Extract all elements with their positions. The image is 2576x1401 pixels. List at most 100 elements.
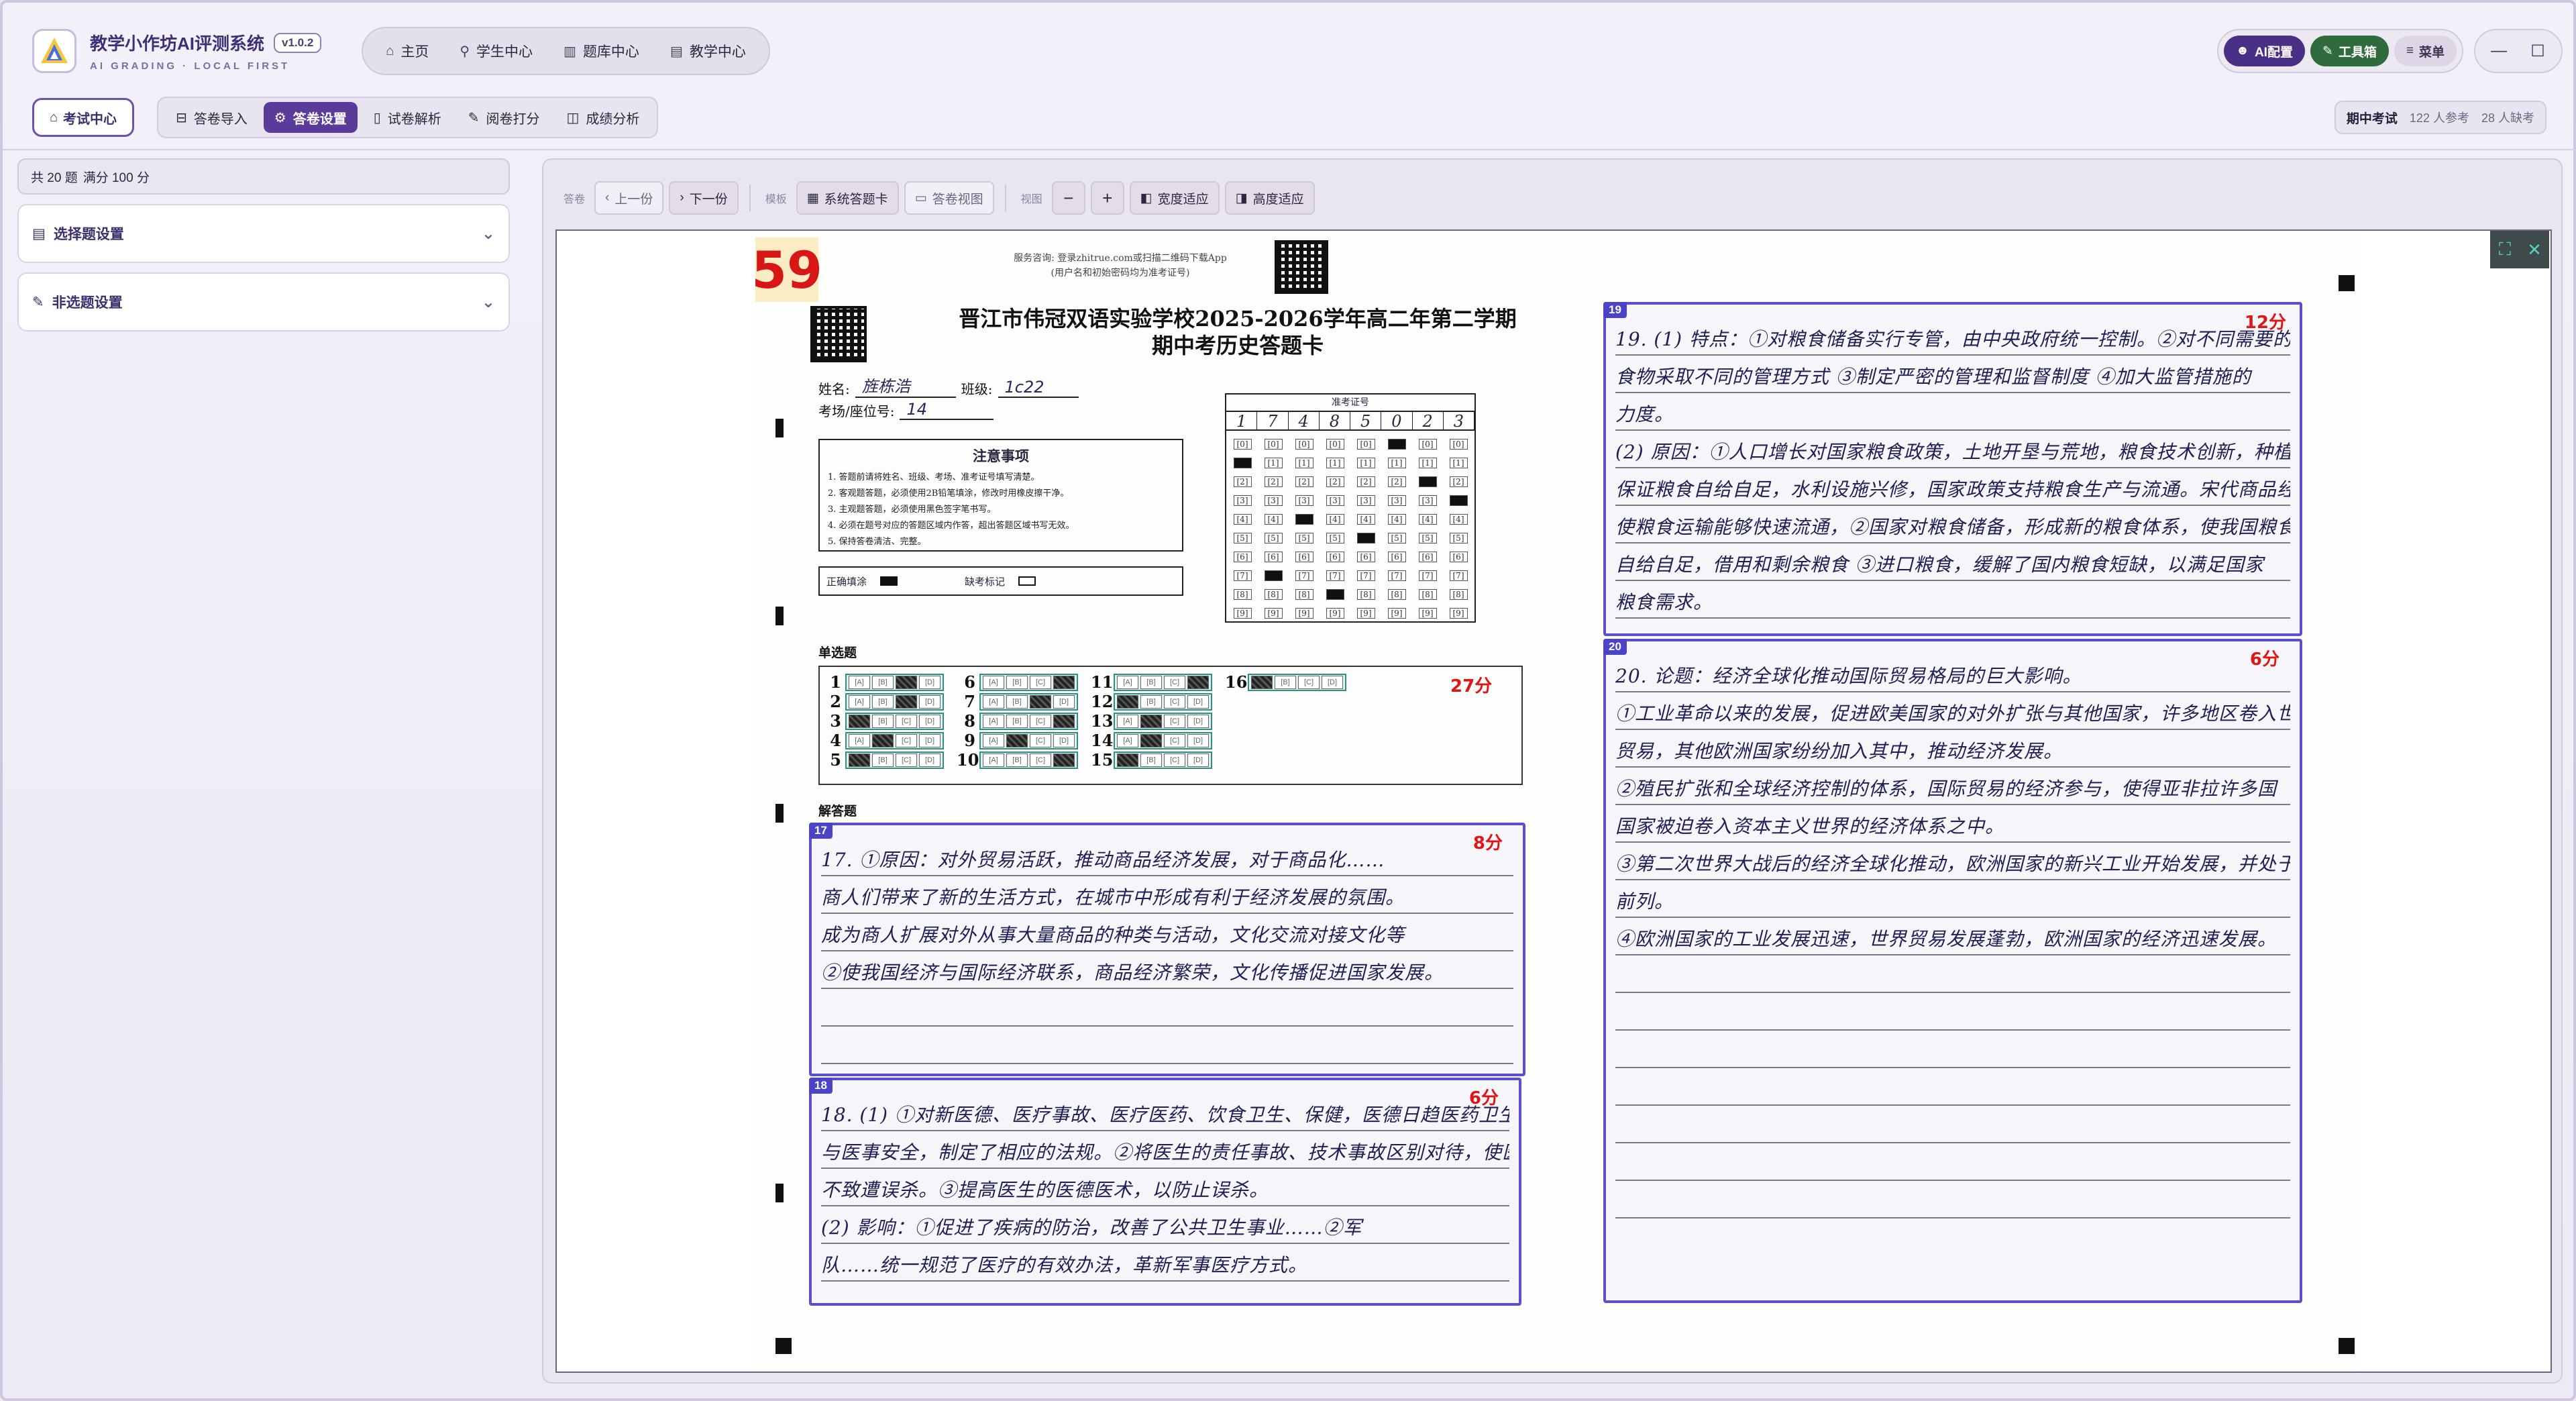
id-bubble: [7] [1291,566,1318,585]
mcq-row: 12[A][B][C][D] [1091,692,1212,711]
mcq-number: 12 [1091,692,1114,711]
sheet-title-line-2: 期中考历史答题卡 [1151,333,1324,358]
nav-question-bank[interactable]: ▥ 题库中心 [553,34,650,68]
nonchoice-settings-accordion[interactable]: ✎ 非选题设置 ⌄ [17,272,510,331]
tab-label: 成绩分析 [586,111,640,127]
notice-item: 5. 保持答卷清洁、完整。 [828,537,926,547]
id-bubble: [2] [1414,472,1441,491]
question-count: 共 20 题 [31,170,78,185]
id-bubble: [7] [1352,566,1379,585]
fit-height-button[interactable]: ◨ 高度适应 [1224,181,1315,215]
answer-view-button[interactable]: ▭ 答卷视图 [904,181,994,215]
id-bubble: [1] [1229,454,1256,472]
tab-grading[interactable]: ✎ 阅卷打分 [458,102,551,133]
system-card-button[interactable]: ▦ 系统答题卡 [796,181,899,215]
id-bubble: [2] [1445,472,1472,491]
pen-icon: ✎ [32,294,44,310]
id-bubble: [3] [1352,491,1379,510]
app-header: 教学小作坊AI评测系统 v1.0.2 AI GRADING · LOCAL FI… [19,19,2563,83]
id-digit: 4 [1289,412,1320,431]
id-bubble: [9] [1445,604,1472,623]
mcq-options: [A][B][C][D] [1114,692,1212,711]
chevron-left-icon: ‹ [605,191,610,205]
id-bubble: [4] [1291,510,1318,529]
minimize-button[interactable]: — [2482,36,2516,66]
answer-line [1615,955,2290,993]
group-label-template: 模板 [765,194,787,205]
tab-import[interactable]: ⊟ 答卷导入 [165,102,258,133]
chevron-down-icon: ⌄ [481,224,495,243]
paper-canvas[interactable]: ⛶ ✕ 59 服务咨询: 登录zhitrue.com或扫描二维码下载App (用… [555,229,2552,1373]
ai-config-button[interactable]: ☻ AI配置 [2223,36,2305,66]
close-icon[interactable]: ✕ [2520,231,2549,268]
header-pill-group: ☻ AI配置 ✎ 工具箱 ≡ 菜单 [2216,29,2463,73]
notice-item: 4. 必须在题号对应的答题区域内作答，超出答题区域书写无效。 [828,521,1075,531]
answer-line [1615,1181,2290,1218]
id-bubble: [5] [1322,529,1348,548]
corner-mark [2339,1338,2355,1354]
timing-mark [775,1184,784,1202]
tab-paper-analysis[interactable]: ▯ 试卷解析 [363,102,452,133]
mcq-options: [A][B][C][D] [1114,712,1212,730]
prev-sheet-button[interactable]: ‹ 上一份 [594,181,664,215]
answer-line: 食物采取不同的管理方式 ③制定严密的管理和监督制度 ④加大监管措施的 [1615,356,2290,393]
exam-center-button[interactable]: ⌂ 考试中心 [32,98,134,137]
mcq-row: 14[A][B][C][D] [1091,731,1212,750]
zoom-out-button[interactable]: − [1051,181,1085,215]
question-18-box[interactable]: 18 6分 18. (1) ①对新医德、医疗事故、医疗医药、饮食卫生、保健，医德… [809,1078,1521,1306]
mcq-row: 3[A][B][C][D] [822,711,944,731]
grid-icon: ▦ [806,191,819,205]
nav-teaching-center[interactable]: ▤ 教学中心 [659,34,757,68]
fit-height-label: 高度适应 [1252,192,1304,207]
id-bubble: [9] [1260,604,1287,623]
nav-student-center[interactable]: ⚲ 学生中心 [449,34,543,68]
workflow-tabs: ⊟ 答卷导入 ⚙ 答卷设置 ▯ 试卷解析 ✎ 阅卷打分 ◫ 成绩分析 [157,97,659,138]
answer-line [1615,1143,2290,1181]
notice-item: 2. 客观题答题，必须使用2B铅笔填涂，修改时用橡皮擦干净。 [828,488,1069,499]
mcq-number: 2 [830,692,841,711]
id-bubble: [2] [1260,472,1287,491]
id-bubble: [7] [1229,566,1256,585]
expand-icon[interactable]: ⛶ [2490,231,2520,268]
question-19-box[interactable]: 19 12分 19. (1) 特点：①对粮食储备实行专管，由中央政府统一控制。②… [1603,302,2302,636]
prev-label: 上一份 [614,192,653,207]
question-summary: 共 20 题 满分 100 分 [17,158,510,195]
mcq-options: [A][B][C][D] [979,731,1078,749]
document-icon: ▯ [373,110,381,125]
id-grid-header: 准考证号 [1226,395,1474,412]
chart-icon: ◫ [566,110,580,125]
id-bubble: [1] [1352,454,1379,472]
id-bubble: [3] [1414,491,1441,510]
menu-button[interactable]: ≡ 菜单 [2394,36,2457,66]
toolbar-separator [1004,185,1006,211]
nav-home[interactable]: ⌂ 主页 [375,34,439,68]
next-sheet-button[interactable]: › 下一份 [669,181,739,215]
id-bubble: [8] [1445,585,1472,604]
question-20-answer: 20. 论题：经济全球化推动国际贸易格局的巨大影响。 ①工业革命以来的发展，促进欧… [1615,655,2290,1218]
maximize-button[interactable]: ☐ [2521,36,2555,66]
question-20-box[interactable]: 20 6分 20. 论题：经济全球化推动国际贸易格局的巨大影响。 ①工业革命以来的… [1603,639,2302,1303]
answer-line: 成为商人扩展对外从事大量商品的种类与活动，文化交流对接文化等 [821,914,1513,951]
timing-mark [775,607,784,625]
mcq-column: 1[A][B][C][D]2[A][B][C][D]3[A][B][C][D]4… [822,672,944,770]
mcq-column: 6[A][B][C][D]7[A][B][C][D]8[A][B][C][D]9… [957,672,1078,770]
toolbox-button[interactable]: ✎ 工具箱 [2310,36,2389,66]
id-bubble: [1] [1322,454,1348,472]
tab-answer-settings[interactable]: ⚙ 答卷设置 [263,102,358,133]
answer-line [1615,1031,2290,1068]
tab-score-analysis[interactable]: ◫ 成绩分析 [555,102,650,133]
id-bubble: [8] [1322,585,1348,604]
choice-settings-accordion[interactable]: ▤ 选择题设置 ⌄ [17,204,510,263]
mcq-options: [A][B][C][D] [845,673,944,691]
zoom-in-button[interactable]: + [1090,181,1124,215]
id-bubble: [8] [1229,585,1256,604]
notice-item: 1. 答题前请将姓名、班级、考场、准考证号填写清楚。 [828,472,1040,482]
id-bubble-column: [0] [1] [2] [3] [4] [5] [6] [7] [8] [9] [1352,435,1379,623]
exam-name: 期中考试 [2346,111,2398,126]
mcq-column: 11[A][B][C][D]12[A][B][C][D]13[A][B][C][… [1091,672,1212,770]
id-bubble: [0] [1383,435,1410,454]
question-17-box[interactable]: 17 8分 17. ①原因：对外贸易活跃，推动商品经济发展，对于商品化…… 商人们… [809,823,1525,1076]
fit-width-button[interactable]: ◧ 宽度适应 [1129,181,1220,215]
import-icon: ⊟ [176,110,187,125]
id-bubble-column: [0] [1] [2] [3] [4] [5] [6] [7] [8] [9] [1383,435,1410,623]
